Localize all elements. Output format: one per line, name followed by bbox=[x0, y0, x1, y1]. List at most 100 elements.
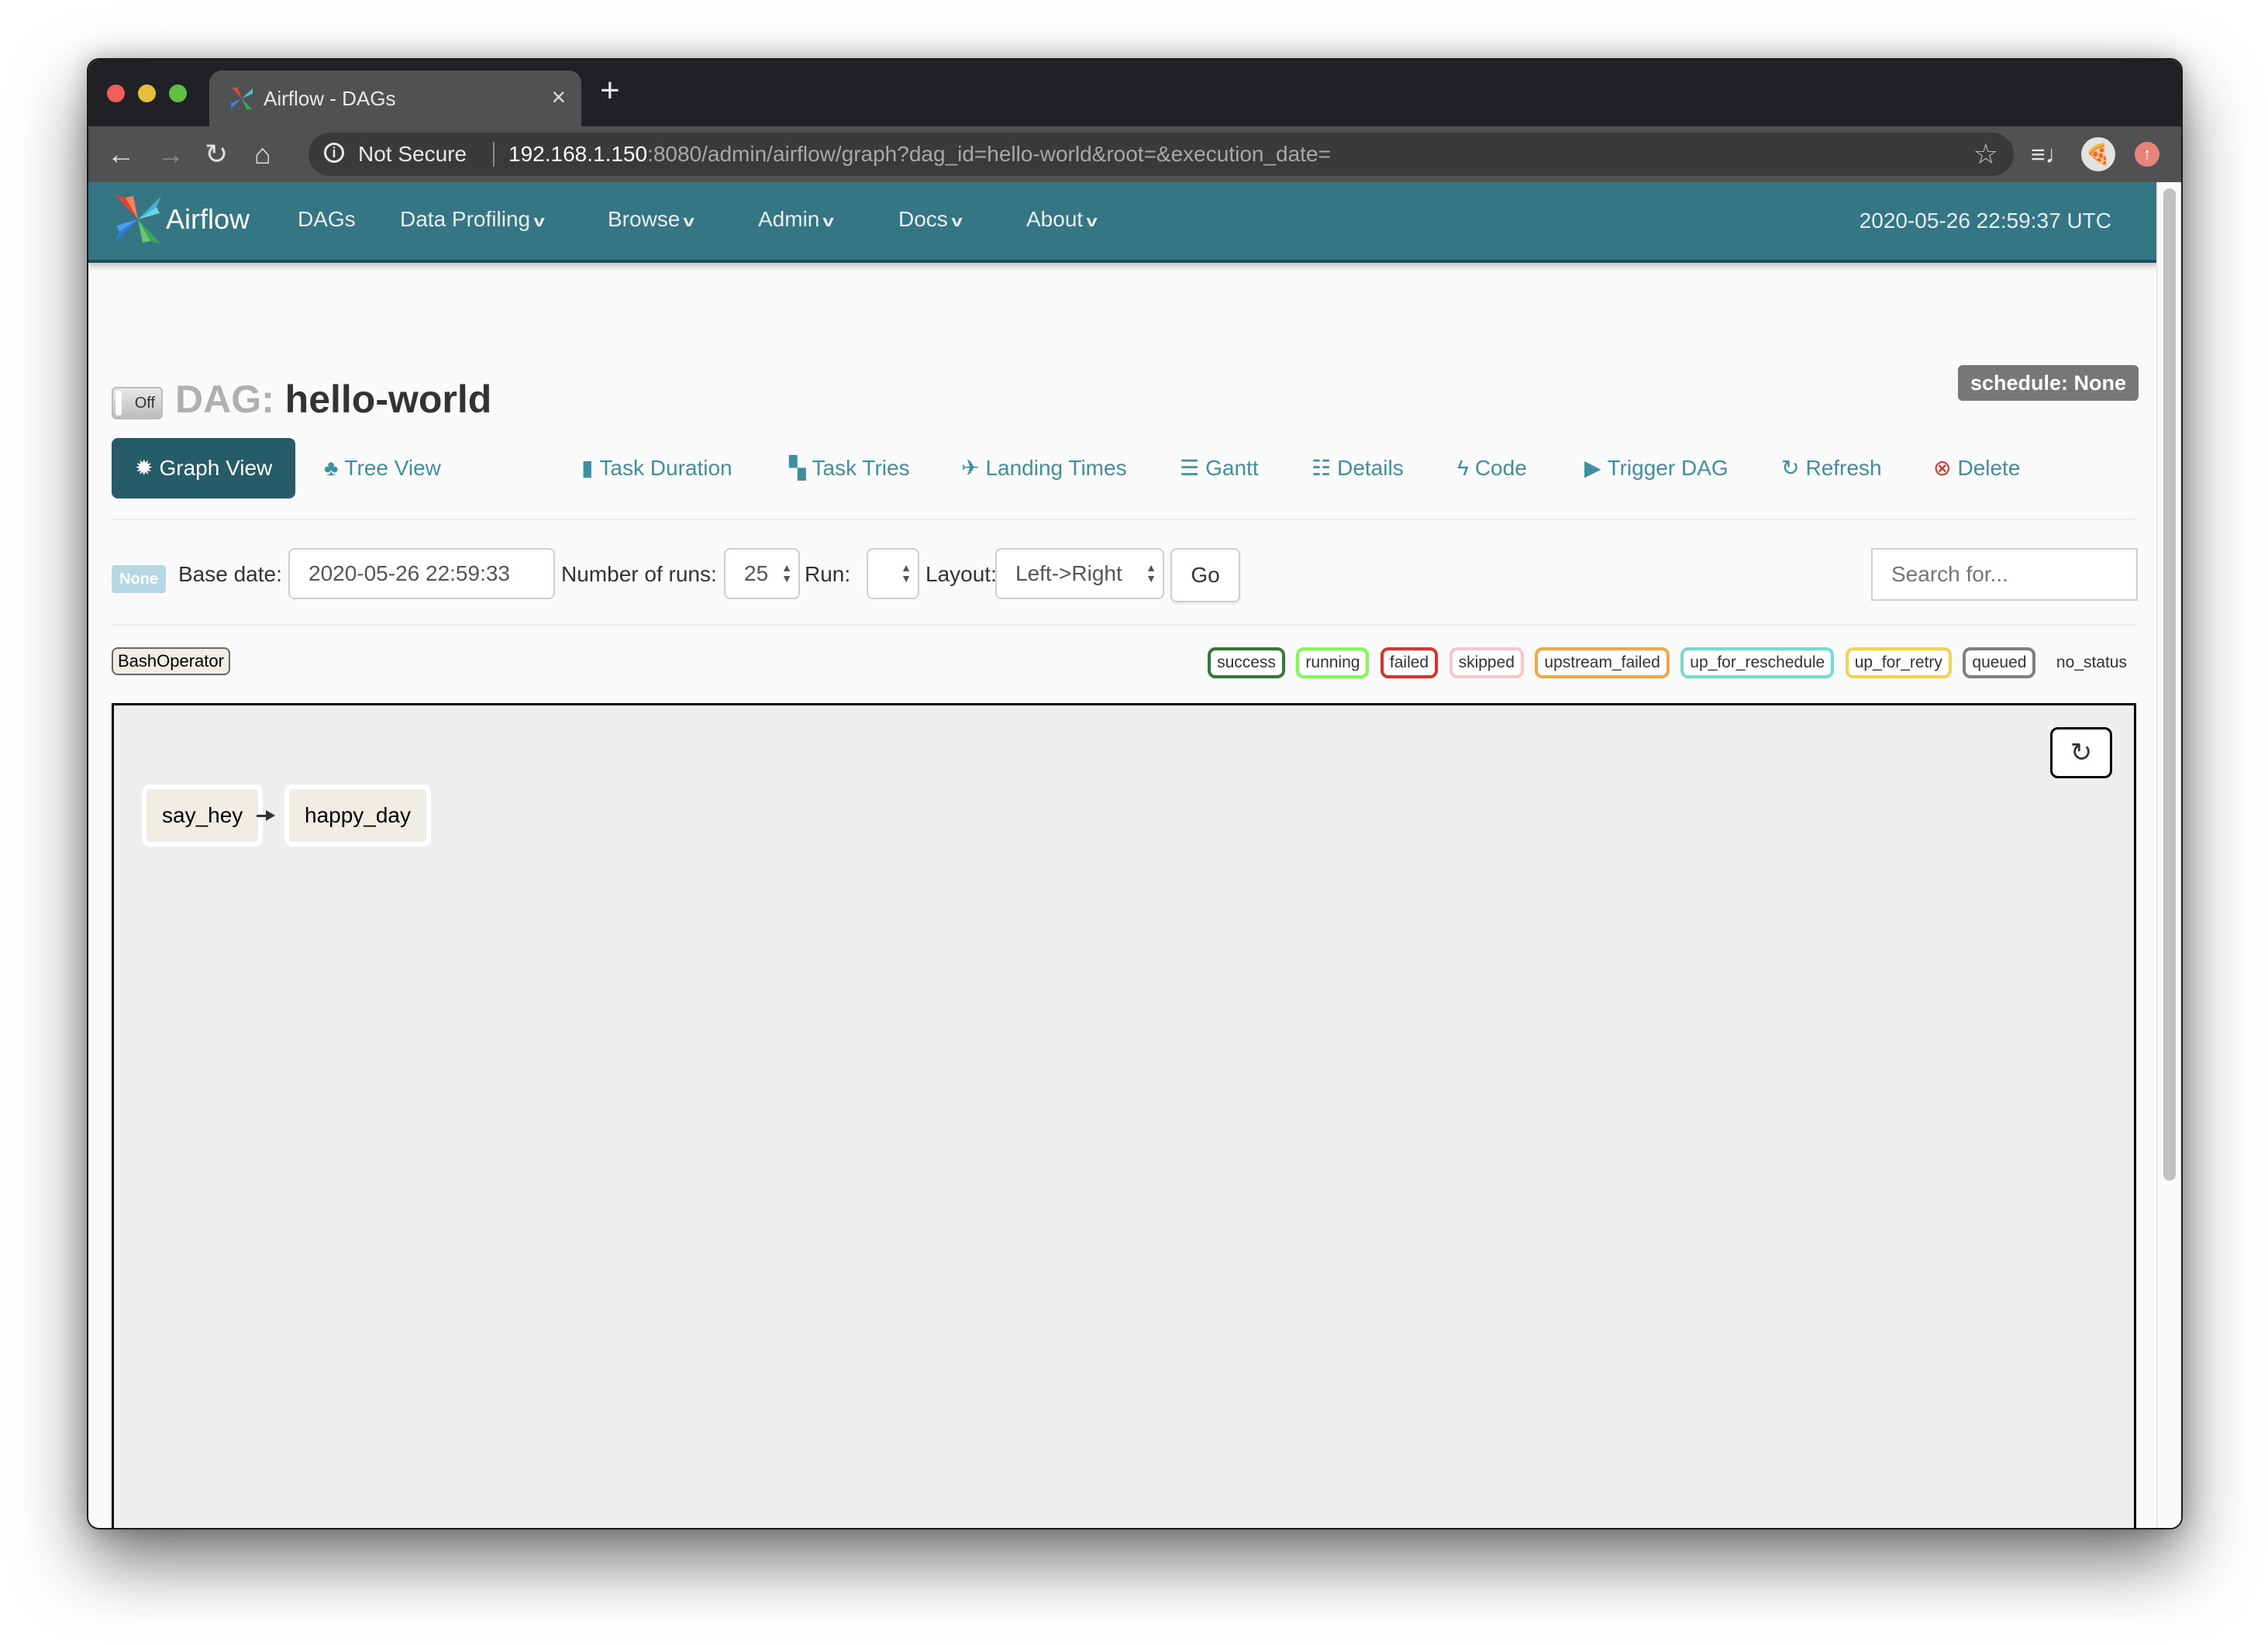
media-control-icon[interactable]: ≡♩ bbox=[2031, 140, 2070, 168]
base-date-input[interactable]: 2020-05-26 22:59:33 bbox=[288, 548, 555, 599]
airflow-navbar: Airflow DAGs Data Profiling v Browse v Adm… bbox=[88, 182, 2158, 263]
airflow-favicon-icon bbox=[231, 88, 253, 109]
tab-tree-view[interactable]: ♣ Tree View bbox=[324, 438, 441, 498]
bookmark-star-icon[interactable]: ☆ bbox=[1973, 139, 1998, 170]
refresh-button[interactable]: ↻ Refresh bbox=[1781, 438, 1882, 498]
tab-gantt[interactable]: ☰ Gantt bbox=[1180, 438, 1259, 498]
legend-upstream-failed[interactable]: upstream_failed bbox=[1535, 647, 1670, 678]
browser-tab[interactable]: Airflow - DAGs × bbox=[209, 71, 581, 126]
nav-browse-label: Browse bbox=[608, 207, 681, 231]
spinner-icon: ▲ ▼ bbox=[901, 561, 912, 585]
back-icon[interactable]: ← bbox=[107, 137, 135, 171]
minimize-window-button[interactable] bbox=[138, 84, 156, 102]
close-window-button[interactable] bbox=[107, 84, 125, 102]
nav-about[interactable]: About v bbox=[1026, 204, 1098, 237]
forward-icon[interactable]: → bbox=[157, 137, 184, 171]
task-node-happy-day[interactable]: happy_day bbox=[284, 785, 432, 847]
graph-filter-form: None Base date: 2020-05-26 22:59:33 Numb… bbox=[112, 548, 2138, 602]
play-circle-icon: ▶ bbox=[1584, 456, 1601, 480]
layout-value: Left->Right bbox=[1015, 561, 1122, 585]
tab-label: Task Tries bbox=[812, 456, 910, 480]
legend-skipped[interactable]: skipped bbox=[1449, 647, 1524, 678]
maximize-window-button[interactable] bbox=[169, 84, 187, 102]
tree-icon: ♣ bbox=[324, 456, 339, 480]
trigger-dag-button[interactable]: ▶ Trigger DAG bbox=[1584, 438, 1729, 498]
layout-select[interactable]: Left->Right ▲ ▼ bbox=[995, 548, 1164, 599]
gantt-icon: ☰ bbox=[1180, 456, 1200, 480]
legend-up-for-reschedule[interactable]: up_for_reschedule bbox=[1680, 647, 1835, 678]
info-icon[interactable]: i bbox=[324, 143, 344, 163]
run-select[interactable]: ▲ ▼ bbox=[867, 548, 919, 599]
dag-pause-toggle[interactable]: Off bbox=[112, 387, 163, 419]
plane-icon: ✈ bbox=[961, 456, 980, 480]
divider bbox=[112, 519, 2135, 520]
graph-refresh-button[interactable]: ↻ bbox=[2050, 727, 2112, 778]
tab-label: Code bbox=[1474, 456, 1527, 480]
legend-failed[interactable]: failed bbox=[1380, 647, 1439, 678]
vertical-scrollbar[interactable] bbox=[2156, 182, 2181, 1528]
url-separator bbox=[493, 142, 495, 167]
chevron-down-icon: v bbox=[683, 213, 695, 230]
tab-label: Trigger DAG bbox=[1607, 456, 1729, 480]
url-bar[interactable]: i Not Secure 192.168.1.150:8080/admin/ai… bbox=[308, 133, 2014, 176]
spinner-icon: ▲ ▼ bbox=[1146, 561, 1156, 585]
legend-queued[interactable]: queued bbox=[1963, 647, 2036, 678]
page-title: DAG: hello-world bbox=[175, 374, 491, 424]
address-toolbar: ← → ↻ ⌂ i Not Secure 192.168.1.150:8080/… bbox=[88, 126, 2181, 182]
url-text[interactable]: 192.168.1.150:8080/admin/airflow/graph?d… bbox=[508, 142, 1331, 167]
legend-running[interactable]: running bbox=[1296, 647, 1370, 678]
tab-close-icon[interactable]: × bbox=[551, 83, 566, 111]
task-node-say-hey[interactable]: say_hey bbox=[142, 785, 264, 847]
chevron-down-icon: v bbox=[822, 213, 835, 230]
tab-code[interactable]: ϟ Code bbox=[1457, 438, 1527, 498]
security-label[interactable]: Not Secure bbox=[358, 142, 467, 167]
reload-icon[interactable]: ↻ bbox=[205, 137, 228, 171]
tab-details[interactable]: ☷ Details bbox=[1312, 438, 1404, 498]
home-icon[interactable]: ⌂ bbox=[254, 137, 271, 171]
list-icon: ☷ bbox=[1312, 456, 1332, 480]
go-button[interactable]: Go bbox=[1170, 548, 1240, 602]
chevron-down-icon: v bbox=[951, 213, 963, 230]
nav-admin[interactable]: Admin v bbox=[758, 204, 835, 237]
browser-window: Airflow - DAGs × + ← → ↻ ⌂ i Not Secure … bbox=[87, 58, 2183, 1529]
tab-task-tries[interactable]: ▚ Task Tries bbox=[789, 438, 910, 498]
spinner-icon: ▲ ▼ bbox=[781, 561, 792, 585]
airflow-brand[interactable]: Airflow bbox=[166, 201, 250, 238]
tab-label: Delete bbox=[1957, 456, 2021, 480]
new-tab-button[interactable]: + bbox=[600, 74, 620, 108]
legend-up-for-retry[interactable]: up_for_retry bbox=[1845, 647, 1952, 678]
legend-no-status[interactable]: no_status bbox=[2046, 647, 2136, 678]
base-date-label: Base date: bbox=[178, 562, 282, 586]
airflow-logo-icon[interactable] bbox=[110, 191, 166, 247]
tab-graph-view[interactable]: ✹ Graph View bbox=[112, 438, 296, 498]
profile-avatar-icon[interactable]: 🍕 bbox=[2081, 137, 2115, 171]
url-path: :8080/admin/airflow/graph?dag_id=hello-w… bbox=[647, 142, 1331, 166]
nav-dags[interactable]: DAGs bbox=[298, 204, 356, 235]
num-runs-select[interactable]: 25 ▲ ▼ bbox=[724, 548, 800, 599]
nav-data-profiling[interactable]: Data Profiling v bbox=[400, 204, 545, 237]
scrollbar-thumb[interactable] bbox=[2163, 188, 2176, 1181]
page-viewport: Airflow DAGs Data Profiling v Browse v Adm… bbox=[88, 182, 2181, 1528]
search-input[interactable] bbox=[1871, 548, 2138, 601]
tab-label: Task Duration bbox=[599, 456, 732, 480]
delete-button[interactable]: ⊗ Delete bbox=[1933, 438, 2020, 498]
dag-graph-canvas[interactable]: ↻ say_hey happy_day bbox=[112, 703, 2136, 1528]
num-runs-label: Number of runs: bbox=[561, 562, 717, 586]
nav-dags-label: DAGs bbox=[298, 207, 356, 231]
tab-label: Graph View bbox=[159, 456, 273, 480]
num-runs-value: 25 bbox=[744, 561, 769, 585]
nav-browse[interactable]: Browse v bbox=[608, 204, 695, 237]
legend-success[interactable]: success bbox=[1208, 647, 1285, 678]
edge-arrowhead bbox=[266, 810, 275, 821]
tab-task-duration[interactable]: ▮ Task Duration bbox=[581, 438, 732, 498]
nav-admin-label: Admin bbox=[758, 207, 820, 231]
update-icon[interactable]: ↑ bbox=[2135, 142, 2159, 167]
tab-landing-times[interactable]: ✈ Landing Times bbox=[961, 438, 1127, 498]
files-icon: ▚ bbox=[789, 456, 806, 480]
tab-label: Gantt bbox=[1205, 456, 1259, 480]
url-host: 192.168.1.150 bbox=[508, 142, 648, 166]
operator-badge-bash[interactable]: BashOperator bbox=[112, 647, 230, 675]
tab-label: Landing Times bbox=[985, 456, 1127, 480]
nav-docs[interactable]: Docs v bbox=[898, 204, 963, 237]
view-tabs: ✹ Graph View ♣ Tree View ▮ Task Duration ▚ T… bbox=[112, 438, 2158, 498]
